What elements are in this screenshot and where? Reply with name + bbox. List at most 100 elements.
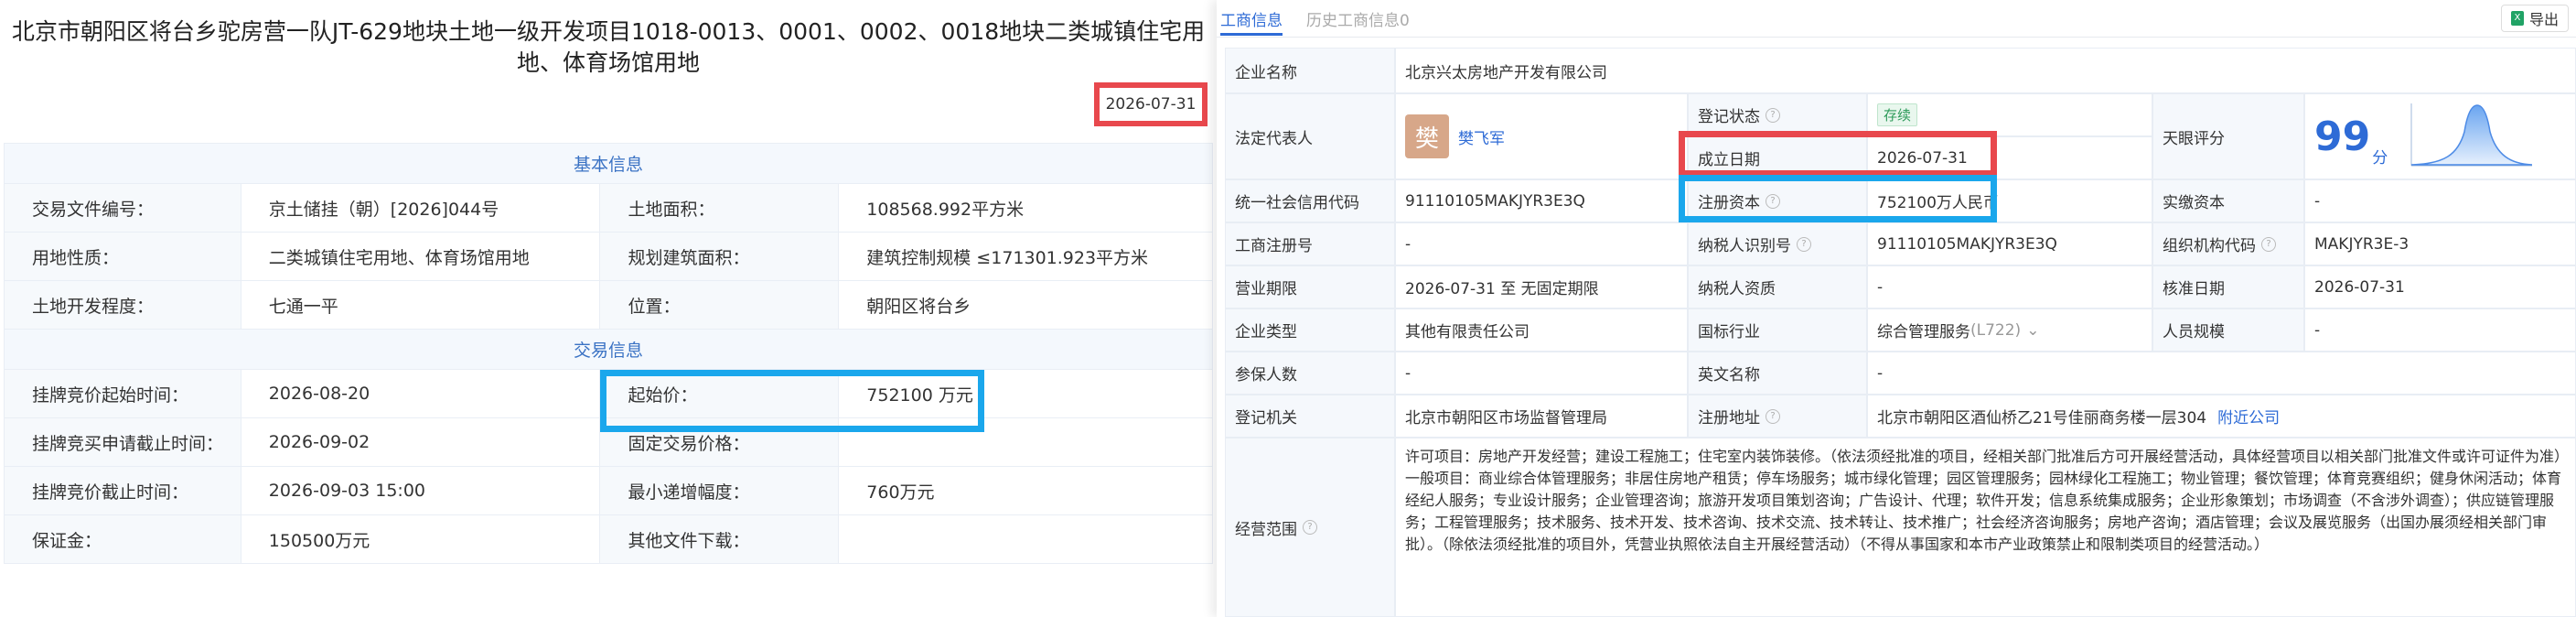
tianyan-label: 天眼评分 bbox=[2152, 93, 2304, 179]
reg-status-label: 登记状态 bbox=[1698, 108, 1760, 126]
location-label: 位置： bbox=[599, 280, 840, 330]
tab-history-business-info[interactable]: 历史工商信息0 bbox=[1306, 7, 1410, 30]
start-time-value: 2026-08-20 bbox=[240, 369, 601, 418]
doc-no-value: 京土储挂（朝）[2026]044号 bbox=[240, 183, 601, 233]
credit-code-label: 统一社会信用代码 bbox=[1225, 179, 1395, 222]
reg-address-label: 注册地址 bbox=[1698, 409, 1760, 428]
scope-label-cell: 经营范围 ? bbox=[1225, 438, 1395, 617]
reg-authority-value: 北京市朝阳区市场监督管理局 bbox=[1395, 395, 1688, 438]
area-value: 108568.992平方米 bbox=[838, 183, 1213, 233]
org-code-label: 组织机构代码 bbox=[2163, 237, 2256, 255]
tab-bar: 工商信息 历史工商信息0 X 导出 bbox=[1217, 0, 2576, 38]
biz-reg-no-label: 工商注册号 bbox=[1225, 222, 1395, 265]
industry-cell[interactable]: 综合管理服务 (L722) ⌄ bbox=[1867, 308, 2152, 352]
paid-capital-label: 实缴资本 bbox=[2152, 179, 2304, 222]
min-increment-value: 760万元 bbox=[838, 466, 1213, 515]
org-code-value: MAKJYR3E-3 bbox=[2304, 222, 2576, 265]
help-icon[interactable]: ? bbox=[1303, 520, 1317, 535]
reg-status-label-cell: 登记状态 ? bbox=[1688, 93, 1867, 136]
doc-no-label: 交易文件编号： bbox=[4, 183, 242, 233]
land-detail-panel: 北京市朝阳区将台乡驼房营一队JT-629地块土地一级开发项目1018-0013、… bbox=[0, 0, 1217, 617]
table-row: 土地开发程度： 七通一平 位置： 朝阳区将台乡 bbox=[4, 280, 1213, 330]
excel-icon: X bbox=[2510, 11, 2524, 26]
industry-label: 国标行业 bbox=[1688, 308, 1867, 352]
company-name-label: 企业名称 bbox=[1225, 48, 1395, 93]
insured-value: - bbox=[1395, 352, 1688, 395]
avatar: 樊 bbox=[1405, 114, 1449, 158]
table-row: 用地性质： 二类城镇住宅用地、体育场馆用地 规划建筑面积： 建筑控制规模 ≤17… bbox=[4, 232, 1213, 281]
legal-rep-cell: 樊 樊飞军 bbox=[1395, 93, 1688, 179]
taxpayer-id-label-cell: 纳税人识别号 ? bbox=[1688, 222, 1867, 265]
biz-reg-no-value: - bbox=[1395, 222, 1688, 265]
section-trade-info: 交易信息 bbox=[4, 329, 1213, 370]
biz-term-value: 2026-07-31 至 无固定期限 bbox=[1395, 265, 1688, 308]
start-time-label: 挂牌竞价起始时间： bbox=[4, 369, 242, 418]
help-icon[interactable]: ? bbox=[1766, 107, 1780, 123]
land-title: 北京市朝阳区将台乡驼房营一队JT-629地块土地一级开发项目1018-0013、… bbox=[11, 18, 1206, 76]
bid-end-label: 挂牌竞价截止时间： bbox=[4, 466, 242, 515]
biz-term-label: 营业期限 bbox=[1225, 265, 1395, 308]
use-value: 二类城镇住宅用地、体育场馆用地 bbox=[240, 232, 601, 281]
section-basic-info: 基本信息 bbox=[4, 143, 1213, 184]
publish-date-highlight: 2026-07-31 bbox=[1094, 82, 1208, 126]
reg-address-label-cell: 注册地址 ? bbox=[1688, 395, 1867, 438]
industry-code: (L722) bbox=[1970, 320, 2022, 340]
approve-date-value: 2026-07-31 bbox=[2304, 265, 2576, 308]
legal-rep-link[interactable]: 樊飞军 bbox=[1458, 125, 1505, 148]
tianyan-score-cell[interactable]: 99 分 bbox=[2304, 93, 2576, 179]
reg-capital-highlight bbox=[1679, 175, 1997, 222]
deposit-label: 保证金： bbox=[4, 514, 242, 564]
org-code-label-cell: 组织机构代码 ? bbox=[2152, 222, 2304, 265]
taxpayer-qual-value: - bbox=[1867, 265, 2152, 308]
export-label: 导出 bbox=[2528, 11, 2559, 28]
reg-address-value: 北京市朝阳区酒仙桥乙21号佳丽商务楼一层304 bbox=[1877, 409, 2207, 428]
tianyan-score: 99 bbox=[2314, 113, 2371, 160]
scope-label: 经营范围 bbox=[1235, 520, 1297, 539]
table-row: 挂牌竞价截止时间： 2026-09-03 15:00 最小递增幅度： 760万元 bbox=[4, 466, 1213, 515]
help-icon[interactable]: ? bbox=[1797, 236, 1811, 252]
use-label: 用地性质： bbox=[4, 232, 242, 281]
paid-capital-value: - bbox=[2304, 179, 2576, 222]
deposit-value: 150500万元 bbox=[240, 514, 601, 564]
apply-end-label: 挂牌竞买申请截止时间： bbox=[4, 417, 242, 467]
land-info-table: 基本信息 交易文件编号： 京土储挂（朝）[2026]044号 土地面积： 108… bbox=[4, 143, 1213, 564]
apply-end-value: 2026-09-02 bbox=[240, 417, 601, 467]
credit-code-value: 91110105MAKJYR3E3Q bbox=[1395, 179, 1688, 222]
industry-value: 综合管理服务 bbox=[1877, 323, 1970, 341]
en-name-value: - bbox=[1867, 352, 2576, 395]
taxpayer-id-label: 纳税人识别号 bbox=[1698, 237, 1791, 255]
nearby-company-link[interactable]: 附近公司 bbox=[2217, 405, 2280, 428]
min-increment-label: 最小递增幅度： bbox=[599, 466, 840, 515]
staff-size-value: - bbox=[2304, 308, 2576, 352]
dev-level-value: 七通一平 bbox=[240, 280, 601, 330]
tab-business-info[interactable]: 工商信息 bbox=[1220, 7, 1283, 36]
tianyan-unit: 分 bbox=[2372, 149, 2388, 168]
reg-authority-label: 登记机关 bbox=[1225, 395, 1395, 438]
chevron-down-icon[interactable]: ⌄ bbox=[2026, 321, 2039, 340]
reg-address-cell: 北京市朝阳区酒仙桥乙21号佳丽商务楼一层304 附近公司 bbox=[1867, 395, 2576, 438]
table-row: 交易文件编号： 京土储挂（朝）[2026]044号 土地面积： 108568.9… bbox=[4, 183, 1213, 233]
ent-type-value: 其他有限责任公司 bbox=[1395, 308, 1688, 352]
other-files-label: 其他文件下载： bbox=[599, 514, 840, 564]
approve-date-label: 核准日期 bbox=[2152, 265, 2304, 308]
score-distribution-icon bbox=[2410, 103, 2533, 167]
location-value: 朝阳区将台乡 bbox=[838, 280, 1213, 330]
other-files-value[interactable] bbox=[838, 514, 1213, 564]
publish-date: 2026-07-31 bbox=[1105, 95, 1197, 114]
build-area-value: 建筑控制规模 ≤171301.923平方米 bbox=[838, 232, 1213, 281]
reg-status-cell: 存续 bbox=[1867, 93, 2152, 136]
dev-level-label: 土地开发程度： bbox=[4, 280, 242, 330]
business-info-panel: 工商信息 历史工商信息0 X 导出 企业名称 北京兴太房地产开发有限公司 法定代… bbox=[1217, 0, 2576, 617]
taxpayer-qual-label: 纳税人资质 bbox=[1688, 265, 1867, 308]
help-icon[interactable]: ? bbox=[1766, 408, 1780, 424]
scope-value: 许可项目：房地产开发经营；建设工程施工；住宅室内装饰装修。（依法须经批准的项目，… bbox=[1395, 438, 2576, 617]
table-row: 保证金： 150500万元 其他文件下载： bbox=[4, 514, 1213, 564]
export-button[interactable]: X 导出 bbox=[2500, 5, 2569, 32]
company-name-value: 北京兴太房地产开发有限公司 bbox=[1395, 48, 2576, 93]
status-badge: 存续 bbox=[1877, 103, 1918, 126]
bid-end-value: 2026-09-03 15:00 bbox=[240, 466, 601, 515]
en-name-label: 英文名称 bbox=[1688, 352, 1867, 395]
area-label: 土地面积： bbox=[599, 183, 840, 233]
help-icon[interactable]: ? bbox=[2261, 236, 2276, 252]
staff-size-label: 人员规模 bbox=[2152, 308, 2304, 352]
